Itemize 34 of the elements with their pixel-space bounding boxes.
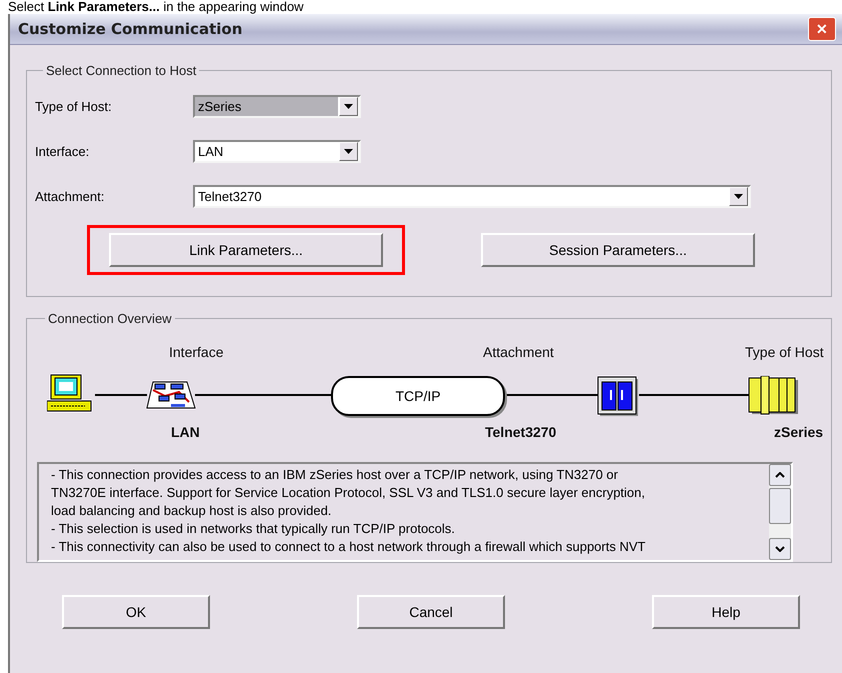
dropdown[interactable]: LAN (193, 140, 361, 163)
group-title: Connection Overview (47, 311, 173, 326)
field-label: Attachment: (35, 189, 106, 204)
diagram-label: LAN (171, 424, 200, 440)
dialog-button[interactable]: Cancel (357, 595, 505, 629)
diagram-label: zSeries (774, 424, 824, 440)
scrollbar[interactable] (769, 464, 791, 560)
group-title: Select Connection to Host (45, 63, 198, 78)
diagram-label: Type of Host (745, 344, 824, 360)
field-label: Type of Host: (35, 99, 113, 114)
dialog-button[interactable]: OK (62, 595, 210, 629)
dropdown[interactable]: Telnet3270 (193, 185, 751, 208)
diagram-label: Interface (169, 344, 224, 360)
scroll-up-icon[interactable] (769, 464, 791, 486)
parameters-button[interactable]: Link Parameters... (109, 233, 383, 267)
mainframe-icon (747, 376, 799, 416)
scroll-thumb[interactable] (769, 488, 791, 524)
diagram-label: Telnet3270 (485, 424, 556, 440)
description-line: - This connection provides access to an IBM zSeries host over a TCP/IP network, using TN3270 or (51, 466, 619, 484)
field-label: Interface: (35, 144, 90, 159)
description-line: - This selection is used in networks that typically run TCP/IP protocols. (51, 520, 456, 538)
instruction-text: Select Link Parameters... in the appearing window (7, 0, 305, 14)
description-line: TN3270E interface. Support for Service Location Protocol, SSL V3 and TLS1.0 secure layer encryption, (51, 484, 646, 502)
description-line: - This connectivity can also be used to connect to a host network through a firewall which supports NVT (51, 538, 646, 556)
diagram-label: Attachment (483, 344, 554, 360)
parameters-button[interactable]: Session Parameters... (481, 233, 755, 267)
description-line: load balancing and backup host is also provided. (51, 502, 332, 520)
scroll-down-icon[interactable] (769, 538, 791, 560)
protocol-label: TCP/IP (395, 388, 441, 404)
close-button[interactable]: ✕ (808, 17, 836, 41)
cabinet-icon (597, 376, 641, 418)
window-title: Customize Communication (17, 20, 242, 38)
dropdown[interactable]: zSeries (193, 95, 361, 118)
dialog-button[interactable]: Help (652, 595, 800, 629)
